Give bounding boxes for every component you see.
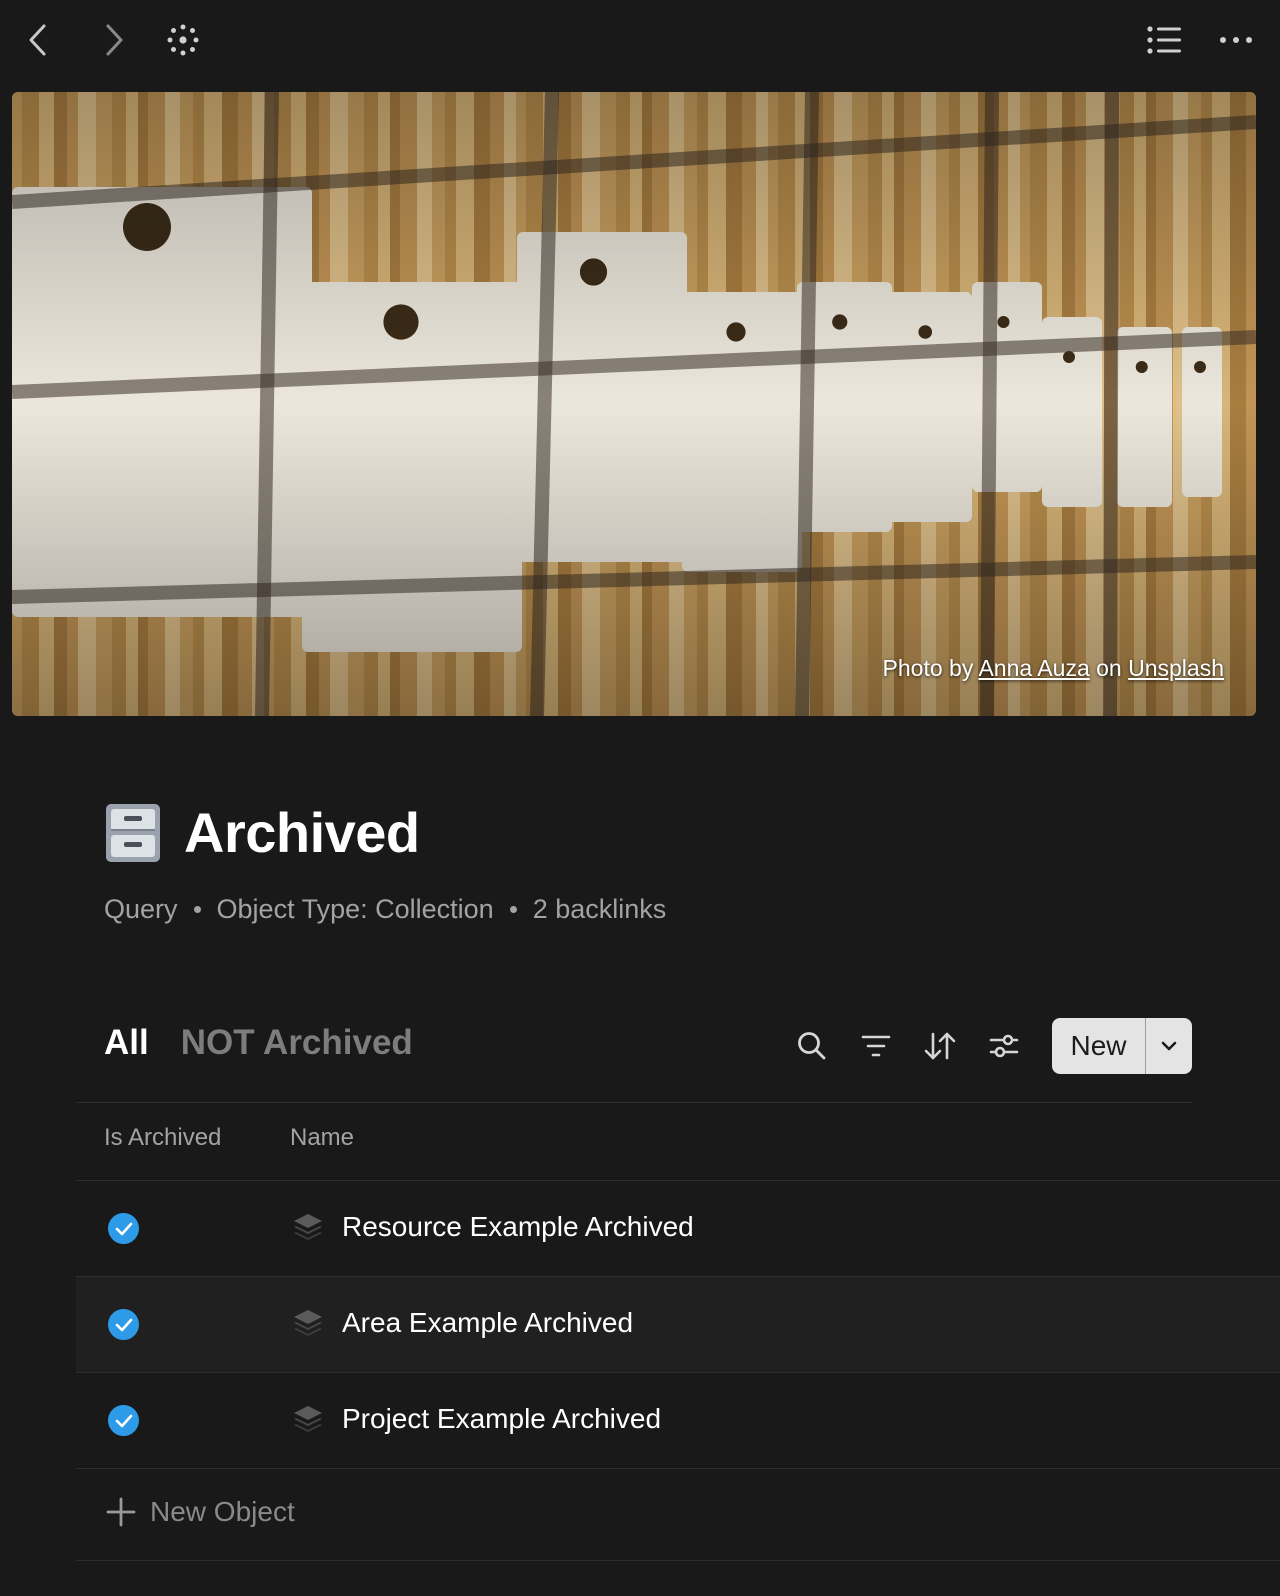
meta-object-type[interactable]: Object Type: Collection <box>217 894 494 925</box>
page-header: Archived <box>104 800 420 865</box>
search-button[interactable] <box>792 1026 832 1066</box>
new-object-label: New Object <box>150 1496 295 1527</box>
checkmark-icon <box>115 1414 132 1427</box>
more-options-button[interactable] <box>1216 20 1256 60</box>
table-bottom-divider <box>76 1560 1280 1561</box>
filter-icon <box>861 1035 891 1057</box>
table-row[interactable]: Project Example Archived <box>76 1373 1280 1468</box>
chevron-left-icon <box>29 24 46 56</box>
graph-view-button[interactable] <box>163 20 203 60</box>
row-name[interactable]: Resource Example Archived <box>342 1211 694 1243</box>
photo-credit: Photo by Anna Auza on Unsplash <box>883 655 1224 682</box>
collection-stack-icon <box>294 1214 322 1240</box>
toolbar-divider <box>76 1102 1192 1103</box>
view-tabs: All NOT Archived <box>104 1023 445 1063</box>
tab-all[interactable]: All <box>104 1023 149 1063</box>
view-settings-button[interactable] <box>984 1026 1024 1066</box>
row-name[interactable]: Project Example Archived <box>342 1403 661 1435</box>
forward-button[interactable] <box>94 20 134 60</box>
graph-dots-icon <box>167 24 199 56</box>
collection-stack-icon <box>294 1406 322 1432</box>
checkmark-icon <box>115 1222 132 1235</box>
new-dropdown-button[interactable] <box>1146 1018 1192 1074</box>
search-icon <box>798 1032 826 1060</box>
file-cabinet-icon <box>106 803 160 862</box>
new-button[interactable]: New <box>1052 1018 1145 1074</box>
meta-separator <box>193 906 201 913</box>
top-bar <box>0 0 1280 80</box>
cover-image: Photo by Anna Auza on Unsplash <box>12 92 1256 716</box>
table-row[interactable]: Area Example Archived <box>76 1277 1280 1372</box>
plus-icon <box>106 1497 136 1527</box>
credit-prefix: Photo by <box>882 655 974 681</box>
sort-icon <box>924 1032 956 1060</box>
outline-button[interactable] <box>1144 20 1184 60</box>
credit-source-link[interactable]: Unsplash <box>1128 655 1224 681</box>
chevron-down-icon <box>1161 1041 1177 1051</box>
archived-checkbox[interactable] <box>108 1309 139 1340</box>
page-title: Archived <box>184 801 420 864</box>
new-object-button[interactable]: New Object <box>106 1496 295 1528</box>
sort-button[interactable] <box>920 1026 960 1066</box>
collection-stack-icon <box>294 1310 322 1336</box>
row-name[interactable]: Area Example Archived <box>342 1307 633 1339</box>
archive-folders-photo <box>12 92 1256 716</box>
archived-checkbox[interactable] <box>108 1213 139 1244</box>
meta-separator <box>509 906 517 913</box>
checkmark-icon <box>115 1318 132 1331</box>
table-row[interactable]: Resource Example Archived <box>76 1181 1280 1276</box>
ellipsis-icon <box>1220 37 1252 43</box>
credit-author-link[interactable]: Anna Auza <box>978 655 1089 681</box>
archived-checkbox[interactable] <box>108 1405 139 1436</box>
sliders-icon <box>989 1034 1019 1058</box>
meta-type[interactable]: Query <box>104 894 178 925</box>
column-header-is-archived[interactable]: Is Archived <box>104 1124 221 1152</box>
page-meta: Query Object Type: Collection 2 backlink… <box>104 894 666 925</box>
back-button[interactable] <box>18 20 58 60</box>
chevron-right-icon <box>106 24 123 56</box>
list-icon <box>1147 26 1181 54</box>
row-divider <box>76 1468 1280 1469</box>
tab-not-archived[interactable]: NOT Archived <box>181 1023 413 1063</box>
column-header-name[interactable]: Name <box>290 1124 354 1152</box>
credit-middle: on <box>1096 655 1122 681</box>
new-button-group: New <box>1052 1018 1192 1074</box>
meta-backlinks[interactable]: 2 backlinks <box>533 894 667 925</box>
filter-button[interactable] <box>856 1026 896 1066</box>
